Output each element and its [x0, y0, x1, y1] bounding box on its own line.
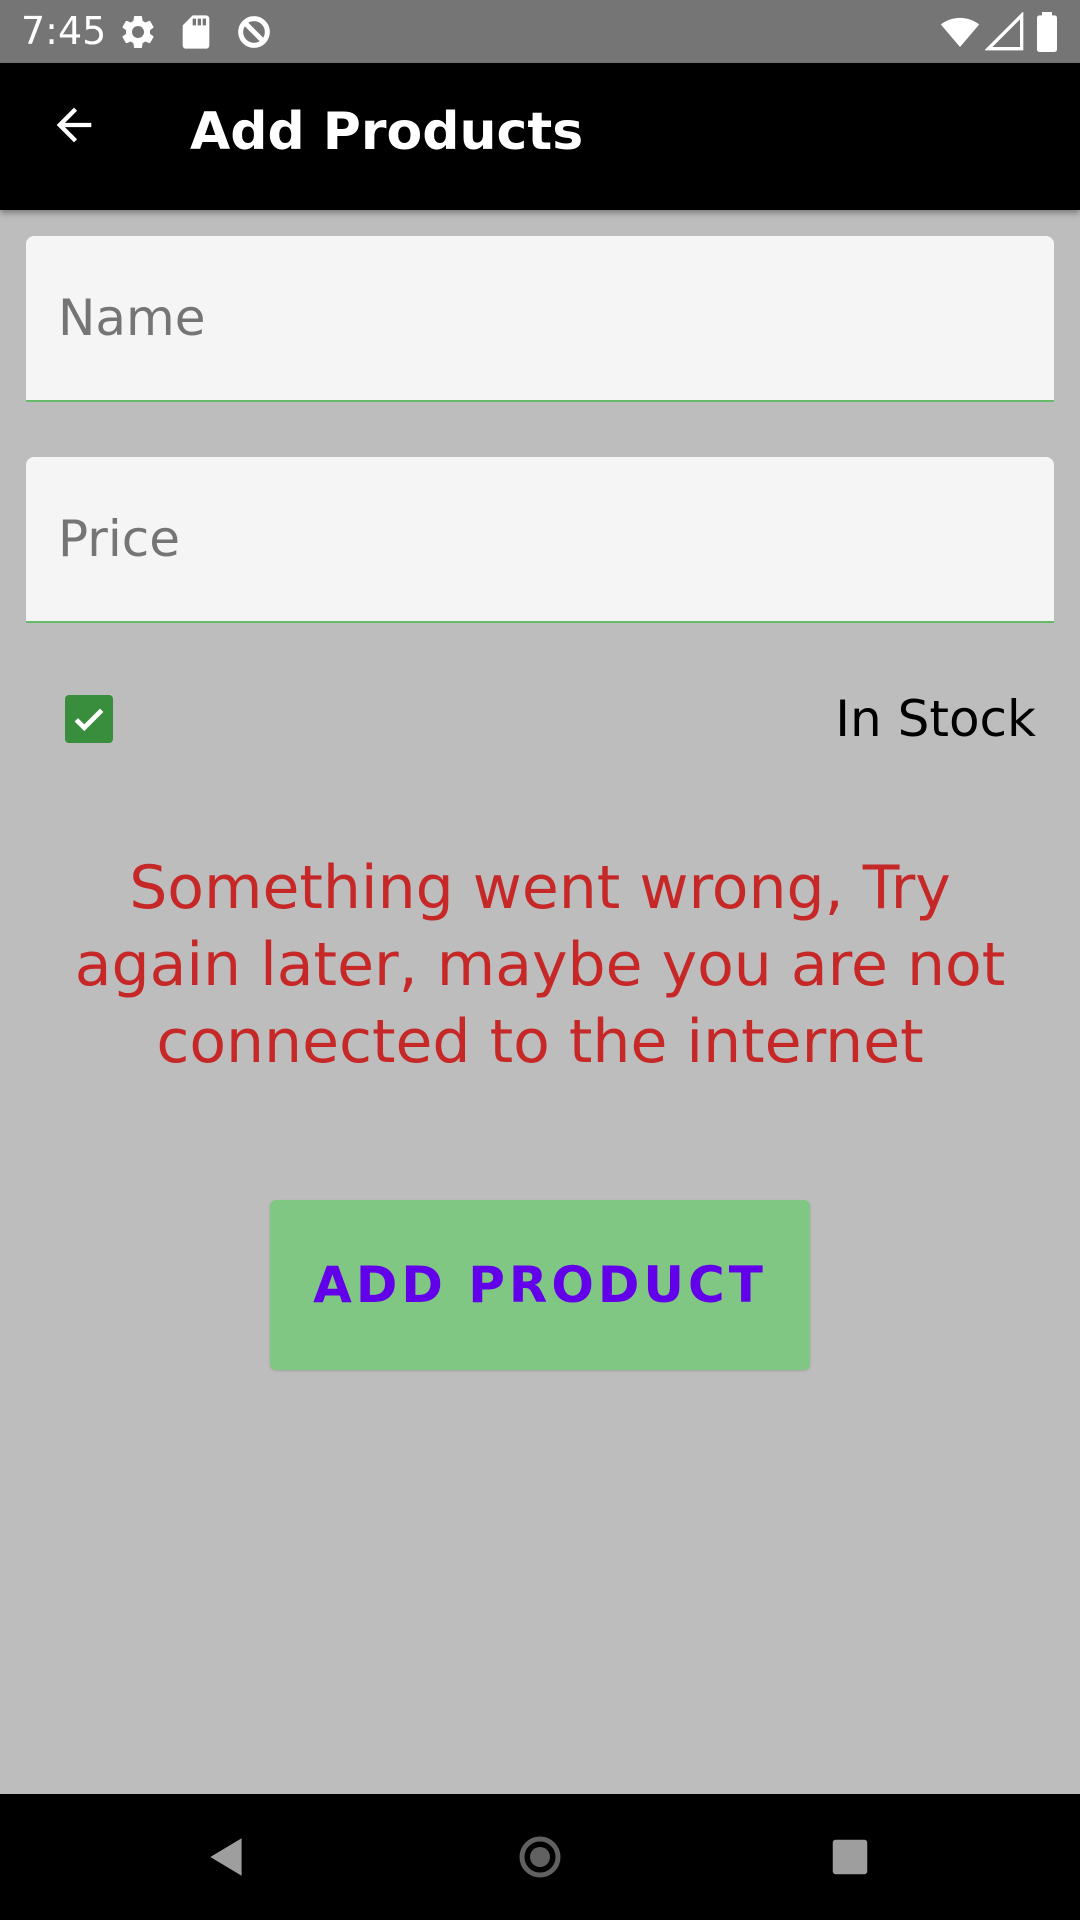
recents-square-icon	[832, 1839, 868, 1875]
error-message: Something went wrong, Try again later, m…	[74, 853, 1006, 1077]
settings-icon	[122, 15, 154, 48]
arrow-back-icon	[56, 107, 92, 143]
add-product-button-label: ADD PRODUCT	[313, 1256, 767, 1314]
app-bar: Add Products	[0, 63, 1080, 210]
status-bar: 7:45	[0, 0, 1080, 63]
navigation-bar	[0, 1794, 1080, 1920]
back-triangle-icon	[210, 1838, 242, 1876]
name-input[interactable]	[26, 236, 1054, 400]
nav-recents-button[interactable]	[810, 1817, 890, 1897]
sd-card-icon	[182, 15, 210, 49]
add-product-button[interactable]: ADD PRODUCT	[270, 1200, 810, 1370]
status-time: 7:45	[21, 9, 107, 53]
back-button[interactable]	[38, 89, 110, 161]
cell-signal-icon	[985, 12, 1024, 51]
battery-icon	[1037, 12, 1057, 52]
wifi-icon	[940, 17, 980, 47]
checkmark-icon	[74, 708, 104, 732]
data-saver-icon	[238, 16, 270, 48]
name-field[interactable]	[26, 236, 1054, 402]
nav-back-button[interactable]	[187, 1817, 267, 1897]
price-input[interactable]	[26, 457, 1054, 621]
in-stock-label: In Stock	[835, 690, 1036, 748]
home-circle-icon	[519, 1836, 561, 1878]
price-field[interactable]	[26, 457, 1054, 623]
in-stock-checkbox[interactable]	[65, 695, 113, 743]
page-title: Add Products	[190, 102, 584, 162]
nav-home-button[interactable]	[500, 1817, 580, 1897]
